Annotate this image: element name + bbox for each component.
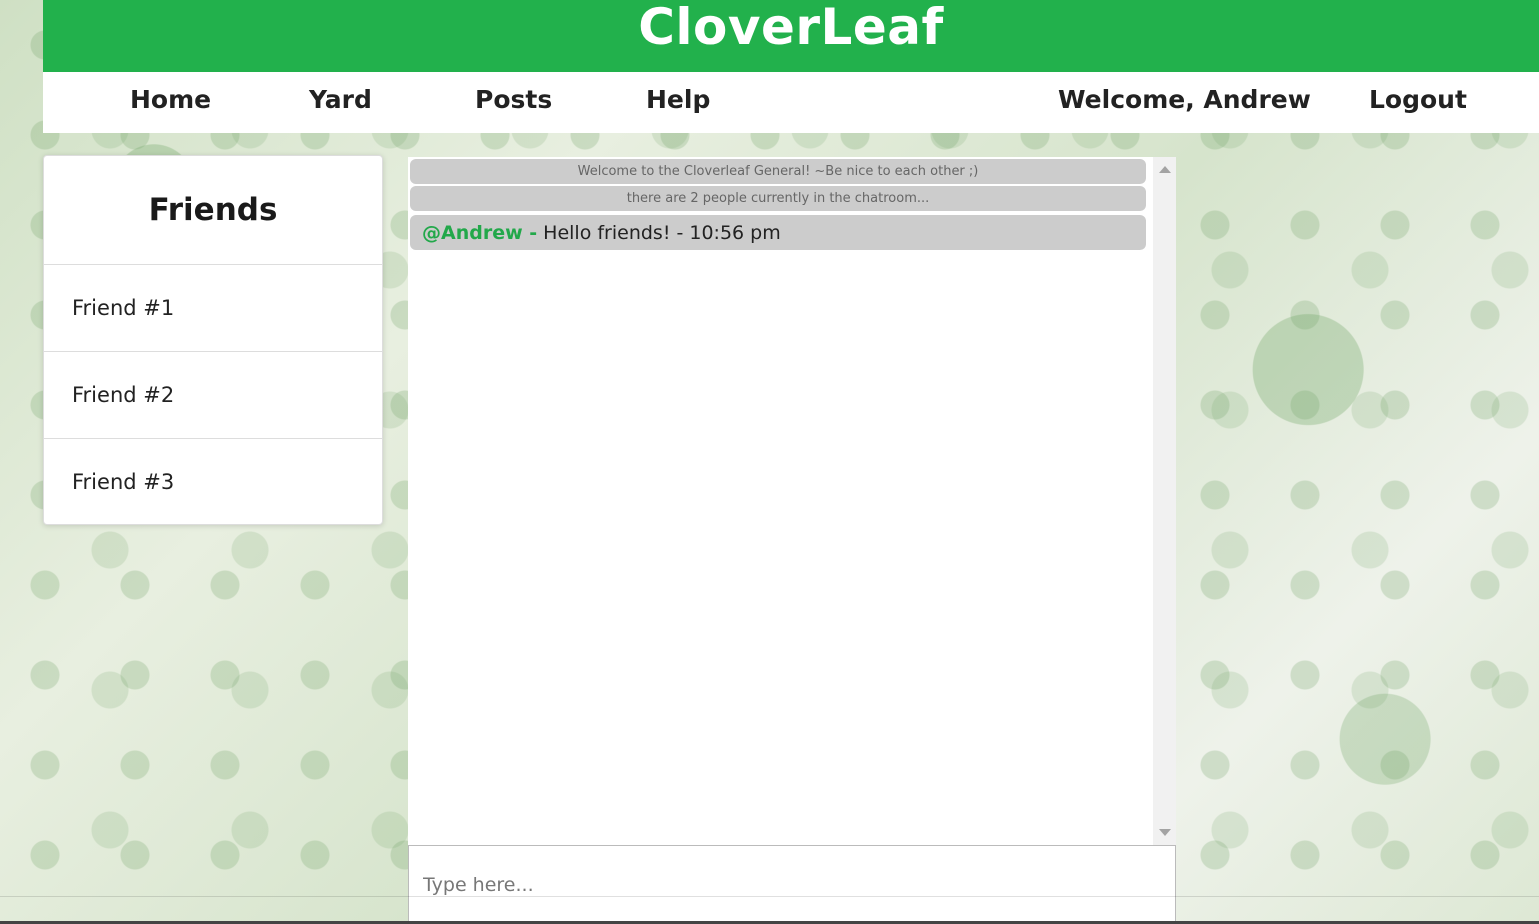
chat-scrollbar[interactable] [1153, 157, 1176, 845]
welcome-user-link[interactable]: Welcome, Andrew [1058, 72, 1311, 133]
scroll-down-icon[interactable] [1159, 829, 1171, 836]
chat-message: @Andrew - Hello friends! - 10:56 pm [410, 215, 1146, 250]
friend-item-2[interactable]: Friend #2 [44, 352, 382, 439]
nav-home-link[interactable]: Home [130, 72, 211, 133]
scroll-up-icon[interactable] [1159, 166, 1171, 173]
main-navbar: Home Yard Posts Help Welcome, Andrew Log… [43, 72, 1539, 133]
friend-item-3[interactable]: Friend #3 [44, 439, 382, 524]
friends-panel: Friends Friend #1 Friend #2 Friend #3 [43, 155, 383, 525]
chat-message-list: Welcome to the Cloverleaf General! ~Be n… [408, 157, 1153, 845]
friends-title: Friends [44, 156, 382, 265]
system-message-user-count: there are 2 people currently in the chat… [410, 186, 1146, 211]
footer-divider [0, 896, 1539, 897]
friend-item-1[interactable]: Friend #1 [44, 265, 382, 352]
message-handle[interactable]: @Andrew - [422, 222, 537, 244]
nav-yard-link[interactable]: Yard [309, 72, 372, 133]
app-banner: CloverLeaf [43, 0, 1539, 72]
system-message-welcome: Welcome to the Cloverleaf General! ~Be n… [410, 159, 1146, 184]
message-text: Hello friends! - 10:56 pm [543, 221, 781, 244]
nav-help-link[interactable]: Help [646, 72, 710, 133]
chat-panel: Welcome to the Cloverleaf General! ~Be n… [408, 157, 1176, 845]
chat-message-input[interactable] [408, 845, 1176, 924]
nav-posts-link[interactable]: Posts [475, 72, 552, 133]
logout-link[interactable]: Logout [1369, 72, 1467, 133]
app-title: CloverLeaf [638, 0, 944, 56]
